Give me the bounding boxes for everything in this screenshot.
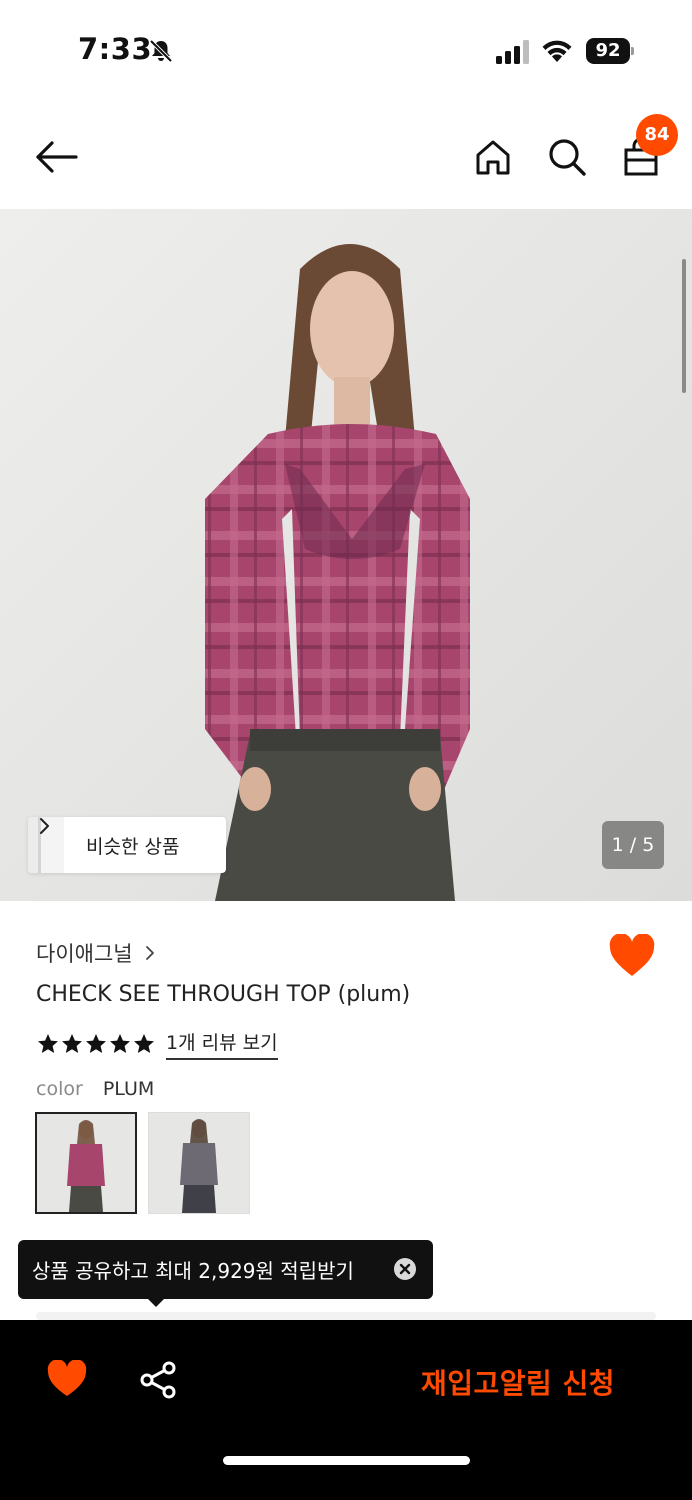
battery-icon: 92	[586, 38, 634, 64]
search-button[interactable]	[544, 134, 590, 180]
bell-slash-icon	[149, 39, 173, 63]
brand-name: 다이애그널	[36, 942, 133, 966]
product-name: CHECK SEE THROUGH TOP (plum)	[36, 982, 411, 1007]
home-icon	[476, 140, 510, 175]
image-scroll-indicator	[682, 259, 686, 393]
color-row: color PLUM	[36, 1078, 154, 1100]
wishlist-heart-icon[interactable]	[608, 934, 656, 978]
back-arrow-icon	[36, 141, 78, 173]
product-image-carousel[interactable]: 비슷한 상품 1 / 5	[0, 209, 692, 901]
share-icon[interactable]	[138, 1360, 178, 1400]
battery-level: 92	[586, 38, 630, 64]
tooltip-arrow	[146, 1297, 166, 1307]
swatch-photo	[149, 1113, 249, 1213]
status-time: 7:33	[78, 32, 153, 66]
bottom-action-bar: 재입고알림 신청	[0, 1320, 692, 1500]
chevron-right-icon	[40, 818, 49, 834]
swatch-photo	[37, 1114, 135, 1212]
star-icon	[62, 1034, 82, 1053]
star-icon	[134, 1034, 154, 1053]
home-indicator	[223, 1456, 470, 1465]
signal-icon	[496, 40, 529, 64]
star-icon	[86, 1034, 106, 1053]
rating-row: 1개 리뷰 보기	[36, 1028, 278, 1060]
similar-products-button[interactable]: 비슷한 상품	[28, 817, 226, 873]
star-icon	[110, 1034, 130, 1053]
review-link[interactable]: 1개 리뷰 보기	[166, 1028, 278, 1060]
wifi-icon	[542, 40, 572, 62]
color-value: PLUM	[102, 1078, 155, 1100]
top-nav	[0, 110, 692, 205]
image-page-counter: 1 / 5	[602, 821, 664, 869]
similar-products-label: 비슷한 상품	[86, 835, 180, 858]
home-button[interactable]	[470, 134, 516, 180]
rating-stars	[36, 1032, 156, 1056]
cart-count-badge: 84	[636, 114, 678, 156]
star-icon	[38, 1034, 58, 1053]
battery-nub	[631, 47, 634, 55]
chevron-right-icon	[145, 946, 154, 960]
heart-icon[interactable]	[46, 1360, 88, 1398]
back-button[interactable]	[30, 136, 82, 178]
status-bar: 7:33 92	[0, 0, 692, 100]
color-label: color	[36, 1078, 83, 1100]
search-icon	[549, 139, 586, 176]
tooltip-text: 상품 공유하고 최대 2,929원 적립받기	[32, 1259, 354, 1283]
share-reward-tooltip: 상품 공유하고 최대 2,929원 적립받기	[18, 1240, 433, 1299]
close-icon[interactable]	[393, 1257, 417, 1281]
color-swatch-plum[interactable]	[35, 1112, 137, 1214]
product-photo	[0, 209, 692, 901]
divider	[36, 1312, 656, 1320]
restock-alert-button[interactable]: 재입고알림 신청	[421, 1362, 615, 1402]
brand-link[interactable]: 다이애그널	[36, 938, 155, 968]
color-swatch-alt[interactable]	[148, 1112, 250, 1214]
